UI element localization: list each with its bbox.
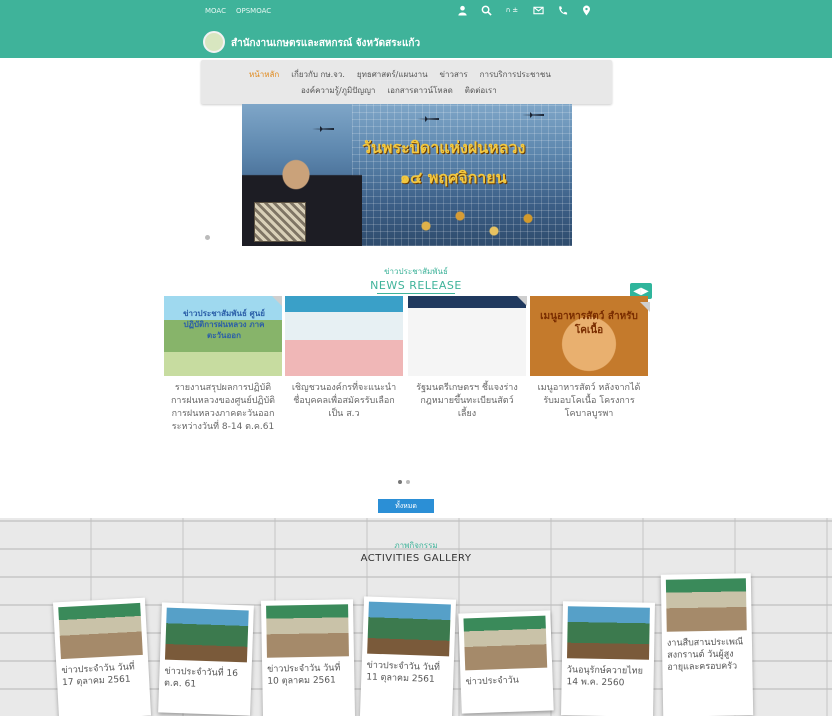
gallery-photo-caption[interactable]: ข่าวประจำวัน วันที่ 17 ตุลาคม 2561: [61, 661, 144, 689]
airplane-icon: [522, 112, 544, 118]
news-card[interactable]: รัฐมนตรีเกษตรฯ ชี้แจงร่างกฎหมายขึ้นทะเบี…: [408, 296, 526, 421]
nav-item-knowledge[interactable]: องค์ความรู้/ภูมิปัญญา: [301, 84, 375, 97]
news-image[interactable]: [408, 296, 526, 376]
news-card[interactable]: เชิญชวนองค์กรที่จะแนะนำชื่อบุคคลเพื่อสมั…: [285, 296, 403, 421]
hero-map-cloth: [254, 202, 306, 242]
phone-icon[interactable]: [556, 4, 568, 16]
gallery-photo-image[interactable]: [367, 601, 451, 657]
gallery-photo[interactable]: ข่าวประจำวันที่ 16 ต.ค. 61: [158, 602, 254, 716]
gallery-photo[interactable]: ข่าวประจำวัน วันที่ 11 ตุลาคม 2561: [359, 596, 457, 716]
gallery-photo-image[interactable]: [58, 602, 143, 660]
airplane-icon: [417, 116, 439, 122]
site-title[interactable]: สำนักงานเกษตรและสหกรณ์ จังหวัดสระแก้ว: [231, 36, 420, 51]
pager-dot[interactable]: [398, 480, 402, 484]
gallery-photo[interactable]: ข่าวประจำวัน: [458, 610, 554, 714]
nav-item-contact[interactable]: ติดต่อเรา: [465, 84, 497, 97]
font-size-icon[interactable]: ก ±: [504, 4, 520, 16]
hero-banner[interactable]: วันพระบิดาแห่งฝนหลวง ๑๔ พฤศจิกายน: [242, 104, 572, 246]
pager-dot[interactable]: [406, 480, 410, 484]
gallery-photo-image[interactable]: [463, 615, 548, 671]
slider-dot[interactable]: [205, 235, 210, 240]
location-icon[interactable]: [580, 4, 592, 16]
hero-date: ๑๔ พฤศจิกายน: [400, 168, 507, 187]
news-image[interactable]: เมนูอาหารสัตว์ สำหรับโคเนื้อ: [530, 296, 648, 376]
news-pagination: [398, 480, 410, 484]
gallery-photo[interactable]: วันอนุรักษ์ควายไทย 14 พ.ค. 2560: [561, 601, 655, 716]
news-card[interactable]: เมนูอาหารสัตว์ สำหรับโคเนื้อ เมนูอาหารสั…: [530, 296, 648, 421]
gallery-photo-caption[interactable]: วันอนุรักษ์ควายไทย 14 พ.ค. 2560: [566, 664, 648, 689]
gallery-photo-caption[interactable]: ข่าวประจำวัน วันที่ 11 ตุลาคม 2561: [366, 660, 449, 687]
opsmoac-link[interactable]: OPSMOAC: [236, 7, 271, 15]
mail-icon[interactable]: [532, 4, 544, 16]
top-header-bar: MOAC OPSMOAC ก ± สำนักงานเกษตรและสหกรณ์ …: [0, 0, 832, 58]
gallery-photo-image[interactable]: [665, 578, 747, 632]
hero-headline: วันพระบิดาแห่งฝนหลวง: [362, 138, 526, 157]
gallery-photo-caption[interactable]: ข่าวประจำวัน วันที่ 10 ตุลาคม 2561: [267, 662, 349, 687]
gallery-photo-image[interactable]: [164, 607, 249, 663]
moac-link[interactable]: MOAC: [205, 7, 226, 15]
gallery-photo[interactable]: งานสืบสานประเพณี สงกรานต์ วันผู้สูงอายุแ…: [660, 573, 754, 716]
user-icon[interactable]: [456, 4, 468, 16]
news-image[interactable]: ข่าวประชาสัมพันธ์ ศูนย์ปฏิบัติการฝนหลวง …: [164, 296, 282, 376]
card-corner-fold: [517, 296, 527, 306]
news-title[interactable]: เชิญชวนองค์กรที่จะแนะนำชื่อบุคคลเพื่อสมั…: [285, 382, 403, 421]
gallery-photo-caption[interactable]: งานสืบสานประเพณี สงกรานต์ วันผู้สูงอายุแ…: [667, 636, 748, 673]
gallery-photo-image[interactable]: [567, 606, 650, 660]
airplane-icon: [312, 126, 334, 132]
nav-row-2: องค์ความรู้/ภูมิปัญญา เอกสารดาวน์โหลด ติ…: [301, 84, 497, 97]
gallery-photo[interactable]: ข่าวประจำวัน วันที่ 17 ตุลาคม 2561: [52, 597, 152, 716]
news-image-caption: ข่าวประชาสัมพันธ์ ศูนย์ปฏิบัติการฝนหลวง …: [183, 309, 265, 340]
main-navigation: หน้าหลัก เกี่ยวกับ กษ.จว. ยุทธศาสตร์/แผน…: [201, 60, 612, 104]
news-heading-english: NEWS RELEASE: [370, 279, 462, 292]
site-logo[interactable]: [203, 31, 225, 53]
nav-item-about[interactable]: เกี่ยวกับ กษ.จว.: [291, 68, 345, 81]
nav-item-news[interactable]: ข่าวสาร: [440, 68, 468, 81]
news-title[interactable]: รัฐมนตรีเกษตรฯ ชี้แจงร่างกฎหมายขึ้นทะเบี…: [408, 382, 526, 421]
gallery-heading-english: ACTIVITIES GALLERY: [360, 553, 472, 564]
news-title[interactable]: เมนูอาหารสัตว์ หลังจากได้รับมอบโคเนื้อ โ…: [530, 382, 648, 421]
nav-item-home[interactable]: หน้าหลัก: [249, 68, 279, 81]
news-card[interactable]: ข่าวประชาสัมพันธ์ ศูนย์ปฏิบัติการฝนหลวง …: [164, 296, 282, 434]
news-title[interactable]: รายงานสรุปผลการปฏิบัติการฝนหลวงของศูนย์ป…: [164, 382, 282, 434]
gallery-heading-thai: ภาพกิจกรรม: [394, 541, 438, 550]
news-heading-thai: ข่าวประชาสัมพันธ์: [384, 267, 448, 276]
news-image[interactable]: [285, 296, 403, 376]
news-image-caption: เมนูอาหารสัตว์ สำหรับโคเนื้อ: [540, 311, 638, 336]
gallery-photo-caption[interactable]: ข่าวประจำวัน: [465, 674, 547, 689]
hero-floral-decoration: [392, 196, 562, 246]
gallery-photo[interactable]: ข่าวประจำวัน วันที่ 10 ตุลาคม 2561: [260, 599, 356, 716]
gallery-photo-caption[interactable]: ข่าวประจำวันที่ 16 ต.ค. 61: [164, 666, 247, 693]
nav-item-services[interactable]: การบริการประชาชน: [480, 68, 551, 81]
nav-row-1: หน้าหลัก เกี่ยวกับ กษ.จว. ยุทธศาสตร์/แผน…: [249, 68, 551, 81]
search-icon[interactable]: [480, 4, 492, 16]
news-heading-underline: [377, 293, 455, 294]
nav-item-strategy[interactable]: ยุทธศาสตร์/แผนงาน: [357, 68, 428, 81]
nav-item-downloads[interactable]: เอกสารดาวน์โหลด: [387, 84, 452, 97]
news-more-button[interactable]: ทั้งหมด: [378, 499, 434, 513]
gallery-photo-image[interactable]: [266, 604, 349, 658]
card-corner-fold: [640, 302, 650, 312]
top-links: MOAC OPSMOAC: [205, 7, 271, 15]
card-corner-fold: [272, 296, 282, 306]
top-icons: ก ±: [456, 4, 592, 16]
